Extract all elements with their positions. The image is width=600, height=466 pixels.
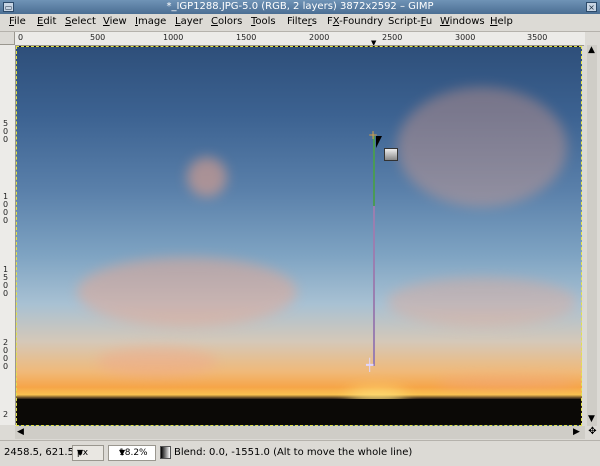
menu-tools[interactable]: Tools bbox=[251, 16, 276, 27]
menu-layer[interactable]: Layer bbox=[175, 16, 203, 27]
vertical-scroll-trough[interactable] bbox=[587, 45, 597, 426]
scroll-left-icon[interactable]: ◀ bbox=[17, 427, 24, 437]
navigate-icon[interactable]: ✥ bbox=[585, 426, 600, 440]
cloud bbox=[387, 277, 577, 327]
chevron-down-icon: ▼ bbox=[77, 448, 84, 457]
v-tick-1500: 1500 bbox=[3, 265, 9, 298]
h-tick-0: 0 bbox=[18, 33, 24, 42]
menu-filters[interactable]: Filters bbox=[287, 16, 317, 27]
title-bar: ▭ *_IGP1288.JPG-5.0 (RGB, 2 layers) 3872… bbox=[0, 0, 600, 14]
h-tick-500: 500 bbox=[90, 33, 106, 42]
menu-fx-foundry[interactable]: FX-Foundry bbox=[327, 16, 383, 27]
menu-bar: File Edit Select View Image Layer Colors… bbox=[0, 14, 600, 32]
v-tick-2500: 2 bbox=[3, 410, 9, 419]
cloud bbox=[187, 157, 227, 197]
quick-mask-corner[interactable] bbox=[0, 32, 15, 45]
cloud bbox=[97, 347, 217, 377]
ruler-pointer-icon: ▼ bbox=[371, 39, 377, 46]
v-tick-2000: 2000 bbox=[3, 338, 9, 371]
h-tick-3500: 3500 bbox=[527, 33, 548, 42]
h-tick-1000: 1000 bbox=[163, 33, 184, 42]
blend-tool-cursor-icon bbox=[384, 148, 398, 161]
menu-edit[interactable]: Edit bbox=[37, 16, 56, 27]
h-tick-2000: 2000 bbox=[309, 33, 330, 42]
vertical-ruler[interactable]: 500 1000 1500 2000 2 bbox=[0, 45, 16, 425]
unit-selector[interactable]: px ▼ bbox=[72, 445, 104, 461]
horizontal-ruler[interactable]: 0 500 1000 1500 2000 2500 3000 3500 ▼ bbox=[15, 32, 585, 46]
blend-end-crosshair-icon[interactable]: ┿ bbox=[366, 358, 373, 372]
vertical-scrollbar[interactable]: ▲ ▼ bbox=[584, 45, 600, 426]
cloud bbox=[437, 377, 577, 389]
menu-help[interactable]: Help bbox=[490, 16, 513, 27]
window-title: *_IGP1288.JPG-5.0 (RGB, 2 layers) 3872x2… bbox=[166, 1, 434, 12]
sunset-photo[interactable] bbox=[16, 46, 582, 426]
treeline bbox=[17, 399, 581, 425]
image-canvas[interactable]: + ┿ bbox=[16, 46, 582, 426]
v-tick-1000: 1000 bbox=[3, 192, 9, 225]
menu-view[interactable]: View bbox=[103, 16, 127, 27]
menu-select[interactable]: Select bbox=[65, 16, 96, 27]
h-tick-1500: 1500 bbox=[236, 33, 257, 42]
menu-windows[interactable]: Windows bbox=[440, 16, 485, 27]
menu-file[interactable]: File bbox=[9, 16, 26, 27]
mouse-cursor-icon bbox=[376, 136, 382, 148]
blend-tool-icon bbox=[160, 446, 171, 459]
status-message: Blend: 0.0, -1551.0 (Alt to move the who… bbox=[174, 447, 413, 458]
chevron-down-icon: ▼ bbox=[119, 448, 126, 457]
horizontal-scrollbar[interactable]: ◀ ▶ bbox=[15, 426, 585, 439]
zoom-selector[interactable]: 18.2% ▼ bbox=[108, 445, 156, 461]
status-bar: 2458.5, 621.5 px ▼ 18.2% ▼ Blend: 0.0, -… bbox=[0, 440, 600, 466]
h-tick-2500: 2500 bbox=[382, 33, 403, 42]
cloud bbox=[397, 87, 567, 207]
h-tick-3000: 3000 bbox=[455, 33, 476, 42]
menu-script-fu[interactable]: Script-Fu bbox=[388, 16, 432, 27]
pointer-coordinates: 2458.5, 621.5 bbox=[4, 447, 74, 458]
menu-colors[interactable]: Colors bbox=[211, 16, 242, 27]
menu-image[interactable]: Image bbox=[135, 16, 166, 27]
close-button[interactable]: × bbox=[586, 2, 597, 12]
cloud bbox=[77, 257, 297, 327]
blend-line-start bbox=[373, 136, 375, 206]
v-tick-500: 500 bbox=[3, 119, 9, 144]
scroll-down-icon[interactable]: ▼ bbox=[588, 414, 595, 424]
scroll-right-icon[interactable]: ▶ bbox=[573, 427, 580, 437]
scroll-up-icon[interactable]: ▲ bbox=[588, 45, 595, 55]
